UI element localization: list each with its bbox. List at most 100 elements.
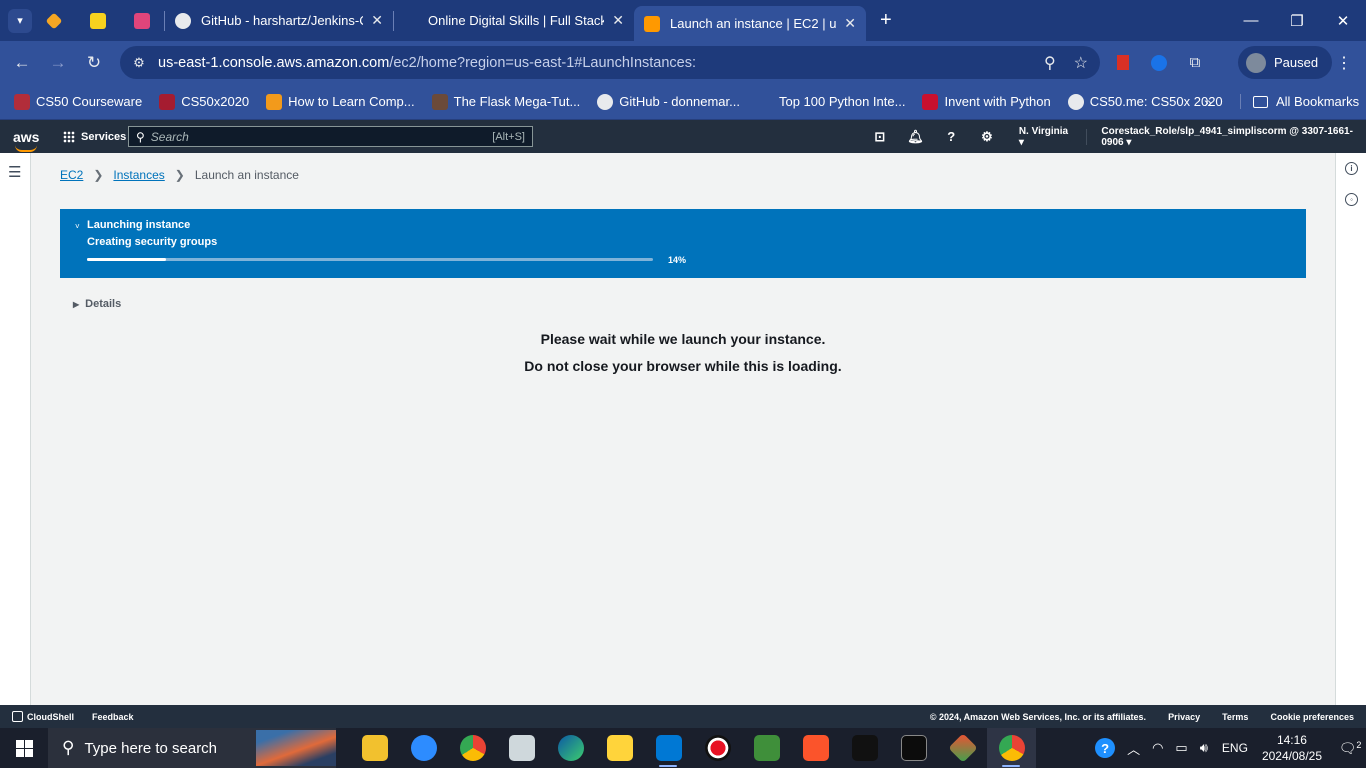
- pinned-tab-3[interactable]: [120, 0, 164, 41]
- profile-button[interactable]: Paused: [1238, 46, 1333, 79]
- side-navigation-rail: ☰: [0, 153, 31, 705]
- bookmark-extension-icon[interactable]: [1112, 52, 1134, 74]
- aws-logo[interactable]: aws: [13, 129, 39, 152]
- help-icon[interactable]: ?: [1095, 738, 1116, 758]
- flash-status: Creating security groups: [87, 236, 218, 248]
- bookmark-item[interactable]: CS50.me: CS50x 2020: [1067, 93, 1223, 110]
- search-input[interactable]: ⚲ Search [Alt+S]: [128, 126, 533, 147]
- breadcrumb-ec2[interactable]: EC2: [60, 168, 83, 182]
- bookmark-item[interactable]: CS50 Courseware: [14, 93, 142, 110]
- puzzle-icon[interactable]: ⧉: [1184, 52, 1206, 74]
- folder-icon: [1253, 95, 1268, 108]
- details-expander[interactable]: ▶ Details: [73, 298, 121, 310]
- progress-percent: 14%: [668, 255, 687, 265]
- terms-link[interactable]: Terms: [1222, 712, 1248, 722]
- tab-online-digital-skills[interactable]: Online Digital Skills | Full Stack ✕: [394, 0, 634, 41]
- language-indicator[interactable]: ENG: [1222, 741, 1248, 755]
- services-menu[interactable]: Services: [63, 130, 126, 143]
- python-file-icon: [606, 735, 633, 761]
- notification-icon[interactable]: 🗨︎ 2: [1334, 740, 1366, 757]
- search-shortcut: [Alt+S]: [492, 130, 525, 143]
- recorder-app[interactable]: [693, 728, 742, 768]
- taskbar-search-input[interactable]: ⚲ Type here to search: [48, 728, 336, 768]
- bookmark-item[interactable]: GitHub - donnemar...: [597, 93, 740, 110]
- privacy-link[interactable]: Privacy: [1168, 712, 1200, 722]
- close-icon[interactable]: ✕: [844, 15, 856, 32]
- cookie-preferences-link[interactable]: Cookie preferences: [1270, 712, 1354, 722]
- extension-icon[interactable]: [1148, 52, 1170, 74]
- tab-launch-instance[interactable]: Launch an instance | EC2 | us-ea ✕: [634, 6, 866, 41]
- tab-search-icon[interactable]: ▾: [8, 8, 32, 33]
- aws-nav-right: ⊡ 🔔︎ ? ⚙ N. Virginia ▾ Corestack_Role/sl…: [862, 120, 1366, 153]
- caret-icon[interactable]: ˅: [75, 222, 80, 231]
- pinned-tab-2[interactable]: [76, 0, 120, 41]
- git-app[interactable]: [938, 728, 987, 768]
- back-icon[interactable]: ←: [4, 45, 40, 81]
- forward-icon[interactable]: →: [40, 45, 76, 81]
- restore-icon[interactable]: ❐: [1274, 0, 1320, 41]
- close-icon[interactable]: ✕: [612, 12, 624, 29]
- new-tab-button[interactable]: +: [880, 9, 892, 32]
- volume-icon[interactable]: 🔊︎: [1200, 740, 1208, 756]
- close-icon[interactable]: ✕: [371, 12, 383, 29]
- git-icon: [947, 733, 978, 763]
- chrome-app[interactable]: [448, 728, 497, 768]
- terminal-app[interactable]: [889, 728, 938, 768]
- zoom-app[interactable]: [399, 728, 448, 768]
- chevron-right-icon: ❯: [174, 168, 185, 182]
- reload-icon[interactable]: ↻: [76, 45, 112, 81]
- bookmark-item[interactable]: CS50x2020: [159, 93, 249, 110]
- settings-circle-icon[interactable]: ◦: [1345, 193, 1358, 206]
- search-icon: ⚲: [62, 738, 75, 757]
- python-launcher-app[interactable]: [595, 728, 644, 768]
- bookmark-item[interactable]: How to Learn Comp...: [266, 93, 415, 110]
- aws-favicon-icon: [644, 15, 660, 32]
- pinned-tab-1[interactable]: [32, 0, 76, 41]
- python-app[interactable]: [497, 728, 546, 768]
- tab-github[interactable]: GitHub - harshartz/Jenkins-CI-C ✕: [165, 0, 393, 41]
- clock[interactable]: 14:16 2024/08/25: [1262, 732, 1322, 764]
- battery-icon[interactable]: ▭: [1175, 740, 1187, 756]
- bookmark-star-icon[interactable]: ☆: [1074, 53, 1088, 73]
- bookmark-item[interactable]: The Flask Mega-Tut...: [431, 93, 580, 110]
- zoom-icon[interactable]: ⚲: [1044, 53, 1056, 73]
- edge-icon: [557, 735, 584, 761]
- clock-date: 2024/08/25: [1261, 749, 1322, 763]
- wifi-icon[interactable]: ◠: [1152, 740, 1163, 756]
- feedback-link[interactable]: Feedback: [92, 712, 134, 722]
- info-icon[interactable]: i: [1345, 162, 1358, 175]
- gear-icon[interactable]: ⚙: [969, 129, 1005, 145]
- betway-app[interactable]: [840, 728, 889, 768]
- notepad-app[interactable]: [742, 728, 791, 768]
- blank-page-icon: [757, 94, 773, 110]
- browser-tab-strip: ▾ GitHub - harshartz/Jenkins-CI-C ✕ Onli…: [0, 0, 1366, 41]
- account-menu[interactable]: Corestack_Role/slp_4941_simpliscorm @ 33…: [1101, 126, 1366, 148]
- brave-app[interactable]: [791, 728, 840, 768]
- bookmark-item[interactable]: Top 100 Python Inte...: [757, 94, 905, 110]
- all-bookmarks-button[interactable]: All Bookmarks: [1240, 94, 1359, 109]
- address-bar[interactable]: ⚙ us-east-1.console.aws.amazon.com/ec2/h…: [120, 46, 1100, 79]
- cloudshell-icon[interactable]: ⊡: [862, 129, 898, 145]
- github-icon: [1067, 93, 1084, 110]
- region-selector[interactable]: N. Virginia ▾: [1019, 126, 1073, 148]
- hamburger-menu-icon[interactable]: ☰: [8, 163, 21, 181]
- notepad-icon: [753, 735, 780, 761]
- more-bookmarks-button[interactable]: »: [1204, 94, 1212, 110]
- edge-app[interactable]: [546, 728, 595, 768]
- chevron-up-icon[interactable]: ︿: [1127, 739, 1140, 758]
- menu-icon[interactable]: ⋮: [1334, 46, 1354, 79]
- help-icon[interactable]: ?: [933, 129, 969, 144]
- file-explorer-app[interactable]: [350, 728, 399, 768]
- site-info-icon[interactable]: ⚙: [124, 48, 154, 78]
- github-icon: [175, 12, 191, 29]
- breadcrumb-instances[interactable]: Instances: [113, 168, 164, 182]
- chrome-app-active[interactable]: [987, 728, 1036, 768]
- system-tray: ? ︿ ◠ ▭ 🔊︎ ENG 14:16 2024/08/25 🗨︎ 2: [1089, 728, 1366, 768]
- close-window-icon[interactable]: ✕: [1320, 0, 1366, 41]
- cloudshell-button[interactable]: CloudShell: [12, 711, 74, 722]
- bookmark-item[interactable]: Invent with Python: [922, 93, 1051, 110]
- bell-icon[interactable]: 🔔︎: [898, 129, 934, 145]
- start-button[interactable]: [0, 728, 48, 768]
- minimize-icon[interactable]: —: [1228, 0, 1274, 41]
- vscode-app[interactable]: [644, 728, 693, 768]
